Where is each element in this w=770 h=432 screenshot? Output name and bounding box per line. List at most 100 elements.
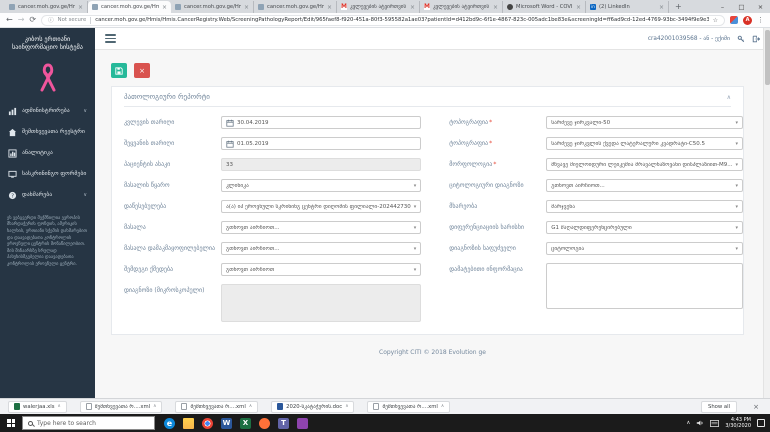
sidebar-item-analytics[interactable]: ანალიტიკა [0,143,95,164]
user-id-label[interactable]: cra42001039568 - ან - ექიმი [648,36,730,42]
topography-select[interactable]: სარძევე ჯირკვალი-50 ▾ [546,116,744,129]
tab-label: cancer.moh.gov.ge/Hmis/ [184,4,241,10]
teams-icon[interactable]: T [278,417,289,429]
show-all-downloads-button[interactable]: Show all [700,400,738,413]
next-action-select[interactable]: გთხოვთ აირჩიოთ ▾ [221,263,422,276]
profile-avatar[interactable]: A [743,15,752,25]
reload-button[interactable]: ⟳ [29,16,36,24]
chevron-up-icon[interactable]: ∧ [249,404,252,409]
url-text[interactable]: cancer.moh.gov.ge/Hmis/Hmis.CancerRegist… [95,17,708,23]
morphology-select[interactable]: მწვავე მიელოიდური ლეიკემია მრავალხაზოვან… [546,158,744,171]
tab-close-icon[interactable]: × [78,4,83,11]
download-item[interactable]: 2020-სკატაჭერის.doc ∧ [271,400,355,413]
keyboard-language-icon[interactable] [710,419,720,427]
tab-linkedin[interactable]: in (2) LinkedIn × [586,1,669,13]
differentiation-grade-select[interactable]: G1 მაღალდიფერენცირებული ▾ [546,221,744,234]
sidebar-item-screening-forms[interactable]: სასკრინინგო ფორმები [0,164,95,185]
close-shelf-icon[interactable]: × [750,403,762,411]
sidebar-item-label: ანალიტიკა [22,150,53,157]
download-item[interactable]: შემთხვევათა რ....xml ∧ [367,400,451,413]
file-explorer-icon[interactable] [183,417,194,429]
window-minimize-button[interactable]: – [713,3,732,11]
save-button[interactable] [111,63,127,78]
material-select[interactable]: გთხოვთ აირჩიოთ... ▾ [221,221,422,234]
collapse-chevron-icon[interactable]: ∧ [727,94,731,101]
info-icon[interactable]: ⓘ [48,16,54,24]
taskbar-clock[interactable]: 4:43 PM 3/30/2020 [725,417,751,429]
taskbar-search-input[interactable]: Type here to search [22,416,155,430]
download-filename: შემთხვევათა რ....xml [94,403,151,410]
select-value: გთხოვთ აირჩიოთ... [226,245,280,252]
extension-icon[interactable] [730,16,738,24]
window-close-button[interactable]: × [751,3,770,11]
study-date-input[interactable]: 30.04.2019 [221,116,422,129]
tab-cancer-registry-2-active[interactable]: cancer.moh.gov.ge/Hmis/ × [88,1,171,13]
hidden-icons-chevron[interactable]: ∧ [686,420,690,426]
bookmark-star-icon[interactable]: ☆ [713,17,718,24]
sidebar-item-administration[interactable]: ადმინისტრირება ∨ [0,101,95,122]
back-button[interactable]: ← [6,16,13,24]
chevron-up-icon[interactable]: ∧ [153,404,156,409]
window-maximize-button[interactable]: □ [732,3,751,11]
institution-select[interactable]: ა(ა) იპ ეროვნული სკრინინგ ცენტრი დიღომის… [221,200,422,213]
photos-icon[interactable] [297,417,308,429]
scrollbar-thumb[interactable] [765,30,770,85]
chrome-icon[interactable] [202,417,213,429]
browser-menu-icon[interactable]: ⋮ [757,16,764,24]
tab-cancer-registry-1[interactable]: cancer.moh.gov.ge/Hmis/ × [5,1,88,13]
field-label: პაციენტის ასაკი [124,161,171,168]
firefox-icon[interactable] [259,417,270,429]
cytology-diagnosis-select[interactable]: გთხოვთ აირჩიოთ... ▾ [546,179,744,192]
speaker-icon[interactable] [696,419,704,427]
tab-gmail-2[interactable]: M კვლევების ატვირთვის ა × [420,1,503,13]
download-item[interactable]: შემთხვევათა რ....xml ∧ [79,400,163,413]
tab-gmail-1[interactable]: M კვლევების ატვირთვის ა × [337,1,420,13]
chevron-up-icon[interactable]: ∧ [58,404,61,409]
diagnosis-basis-select[interactable]: ციტოლოგია ▾ [546,242,744,255]
topography-detail-select[interactable]: სარძევე ჯირკვლის ქვედა ლატერალური კვადრა… [546,137,744,150]
material-satisfactory-select[interactable]: გთხოვთ აირჩიოთ... ▾ [221,242,422,255]
tab-close-icon[interactable]: × [576,4,581,11]
field-label: დამატებითი ინფორმაცია [449,266,523,273]
sidebar-item-case-registry[interactable]: შემთხვევათა რეესტრი [0,122,95,143]
tab-close-icon[interactable]: × [327,4,332,11]
edge-icon[interactable]: e [164,417,175,429]
page-scrollbar[interactable] [763,28,770,398]
address-bar[interactable]: ⓘ Not secure cancer.moh.gov.ge/Hmis/Hmis… [41,14,725,26]
additional-info-textarea[interactable] [546,263,744,309]
select-value: G1 მაღალდიფერენცირებული [551,224,632,231]
word-icon[interactable]: W [221,417,232,429]
forward-button[interactable]: → [18,16,25,24]
tab-cancer-registry-4[interactable]: cancer.moh.gov.ge/Hmis/ × [254,1,337,13]
field-label: ციტოლოგიური დიაგნოზი [449,182,524,189]
tab-label: Microsoft Word - COVID-1 [516,4,573,10]
hamburger-menu-icon[interactable] [105,34,116,43]
excel-icon[interactable]: X [240,417,251,429]
tab-cancer-registry-3[interactable]: cancer.moh.gov.ge/Hmis/ × [171,1,254,13]
chevron-down-icon: ∨ [83,192,87,199]
entry-date-input[interactable]: 01.05.2019 [221,137,422,150]
logout-icon[interactable] [752,35,760,43]
new-tab-button[interactable]: + [669,1,688,13]
download-filename: შემთხვევათა რ....xml [190,403,246,410]
chevron-up-icon[interactable]: ∧ [441,404,444,409]
tab-close-icon[interactable]: × [659,4,664,11]
side-select[interactable]: მარჯვენა ▾ [546,200,744,213]
sidebar-item-help[interactable]: ? დახმარება ∨ [0,185,95,206]
tab-close-icon[interactable]: × [493,4,498,11]
action-center-icon[interactable] [757,419,765,427]
system-tray: ∧ 4:43 PM 3/30/2020 [686,417,770,429]
chevron-up-icon[interactable]: ∧ [345,404,348,409]
field-label: შეყვანის თარიღი [124,140,175,147]
select-value: კლინიკა [226,182,249,189]
tab-word-covid[interactable]: Microsoft Word - COVID-1 × [503,1,586,13]
material-source-select[interactable]: კლინიკა ▾ [221,179,422,192]
tab-close-icon[interactable]: × [410,4,415,11]
delete-button[interactable]: × [134,63,150,78]
tab-close-icon[interactable]: × [244,4,249,11]
tab-close-icon[interactable]: × [162,4,167,11]
key-icon[interactable] [737,35,745,43]
download-item[interactable]: შემთხვევათა რ....xml ∧ [175,400,259,413]
download-item[interactable]: walerjaa.xls ∧ [8,400,67,413]
start-button[interactable] [0,419,22,427]
